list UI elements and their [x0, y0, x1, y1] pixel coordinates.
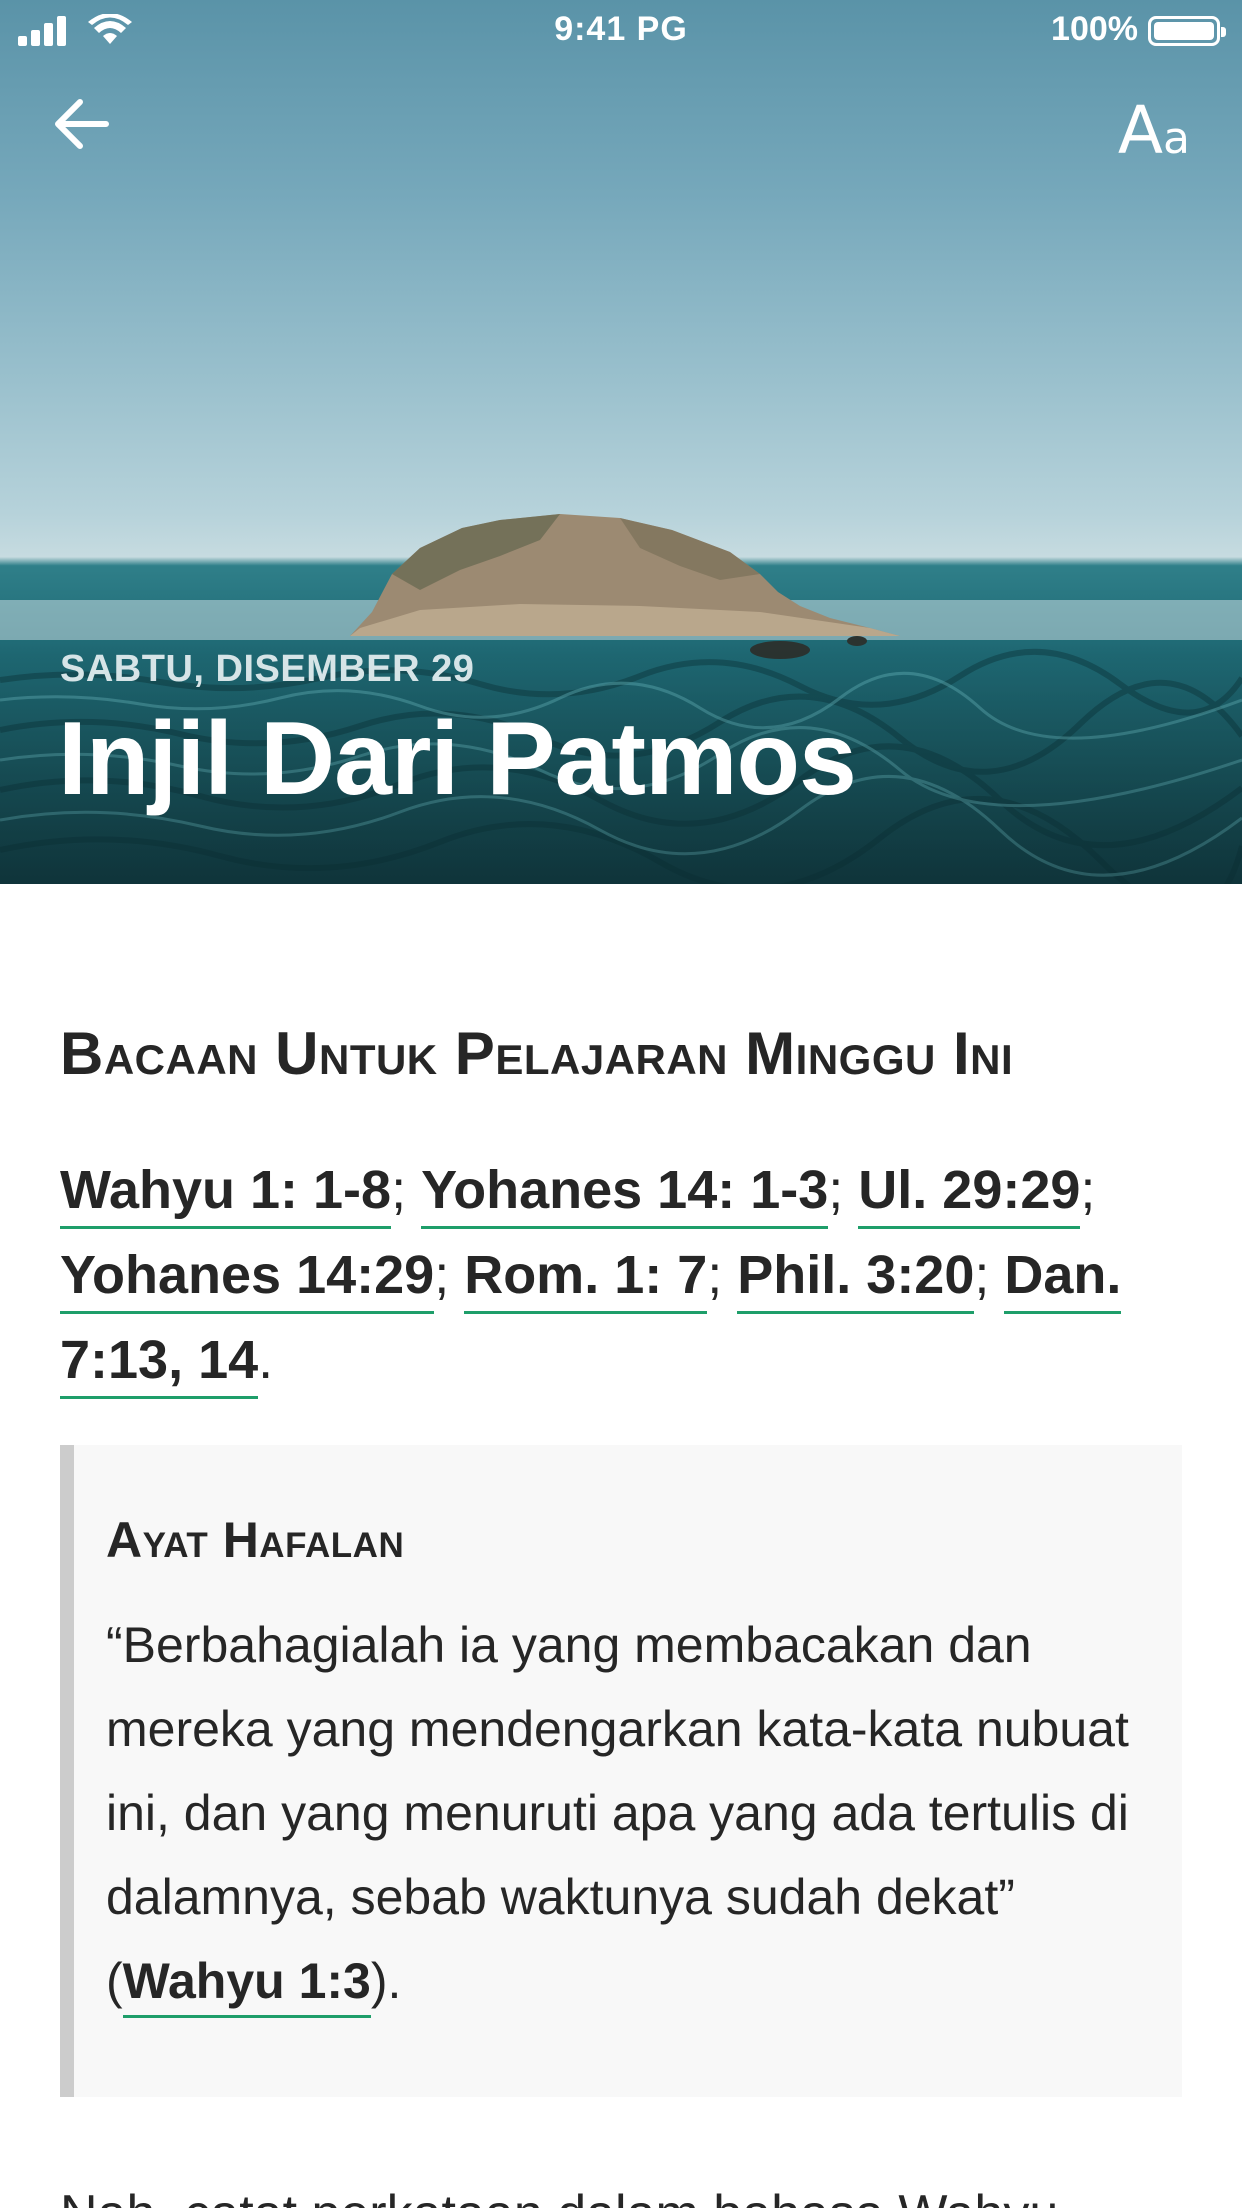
battery-icon [1148, 16, 1226, 46]
lesson-content: Bacaan Untuk Pelajaran Minggu Ini Wahyu … [60, 884, 1182, 2097]
bible-reference-link[interactable]: Phil. 3:20 [737, 1245, 975, 1314]
hero-banner: 9:41 PG 100% Aa SABTU, DISEMBER 29 Injil… [0, 0, 1242, 884]
arrow-left-icon[interactable] [52, 96, 112, 152]
memory-verse-text: “Berbahagialah ia yang membacakan dan me… [106, 1603, 1142, 2023]
status-bar: 9:41 PG 100% [0, 0, 1242, 62]
readings-list: Wahyu 1: 1-8; Yohanes 14: 1-3; Ul. 29:29… [60, 1148, 1140, 1403]
page-title: Injil Dari Patmos [58, 701, 857, 817]
bible-reference-link[interactable]: Rom. 1: 7 [464, 1245, 708, 1314]
font-size-icon: A [1117, 92, 1164, 169]
bible-reference-link[interactable]: Wahyu 1:3 [122, 1953, 371, 2018]
lesson-date: SABTU, DISEMBER 29 [60, 648, 475, 690]
readings-heading: Bacaan Untuk Pelajaran Minggu Ini [60, 1020, 1014, 1087]
memory-verse-blockquote: Ayat Hafalan “Berbahagialah ia yang memb… [60, 1445, 1182, 2097]
memory-verse-heading: Ayat Hafalan [106, 1512, 405, 1568]
bible-reference-link[interactable]: Yohanes 14:29 [60, 1245, 435, 1314]
body-paragraph: Nah, catat perkataan dalam bahasa Wahyu [60, 2184, 1058, 2208]
battery-percentage: 100% [1051, 10, 1138, 48]
font-size-button[interactable]: Aa [1118, 92, 1190, 169]
bible-reference-link[interactable]: Yohanes 14: 1-3 [421, 1160, 829, 1229]
bible-reference-link[interactable]: Wahyu 1: 1-8 [60, 1160, 392, 1229]
bible-reference-link[interactable]: Ul. 29:29 [858, 1160, 1081, 1229]
